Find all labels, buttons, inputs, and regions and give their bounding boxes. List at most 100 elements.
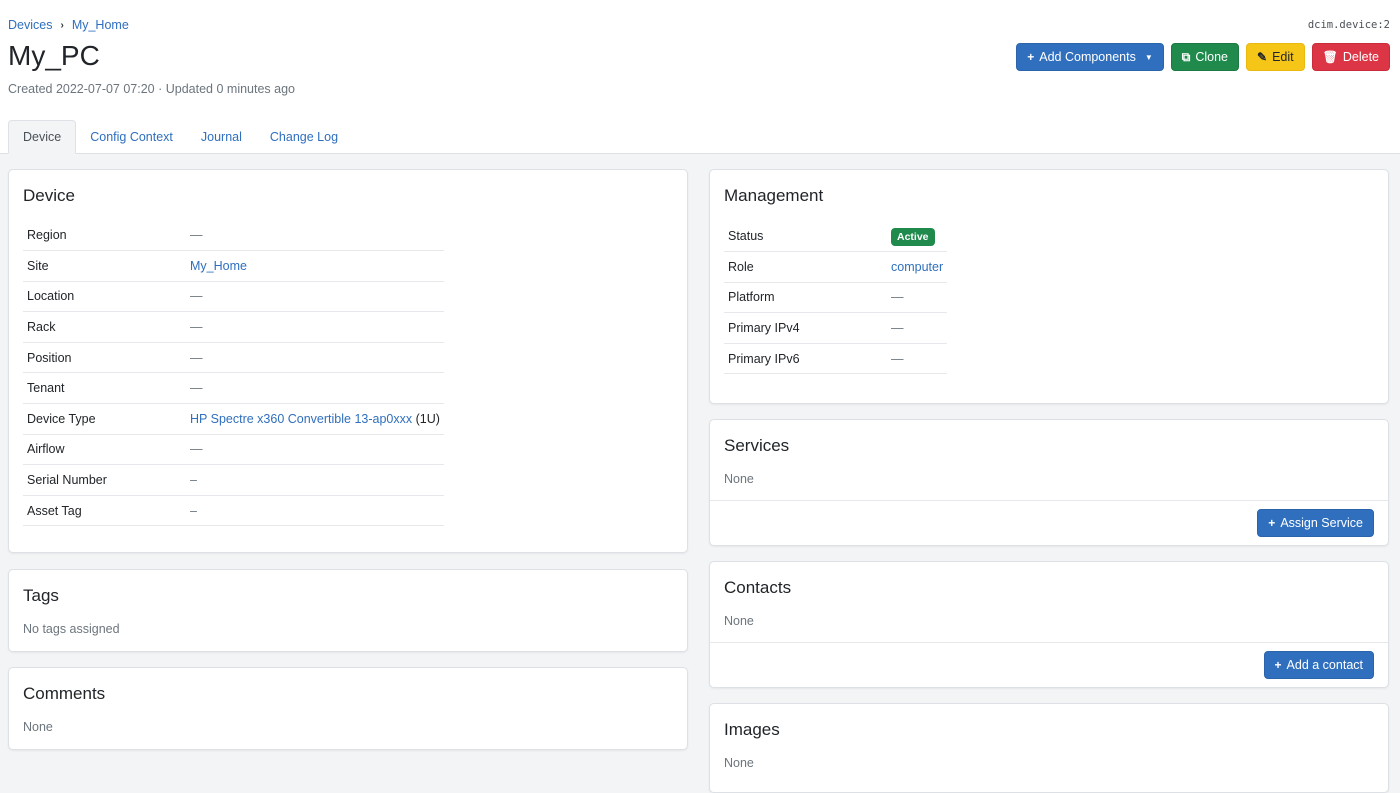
tab-device[interactable]: Device xyxy=(8,120,77,154)
device-type-height: (1U) xyxy=(415,411,440,426)
comments-empty-text: None xyxy=(23,720,53,734)
attr-value: – xyxy=(186,464,444,496)
attr-value: – xyxy=(186,495,444,527)
contacts-card: Contacts None + Add a contact xyxy=(709,561,1389,688)
caret-down-icon: ▼ xyxy=(1144,52,1153,62)
object-identifier: dcim.device:2 xyxy=(1307,19,1390,31)
trash-icon: 🗑 xyxy=(1322,50,1338,64)
copy-icon: ⧉ xyxy=(1181,50,1191,64)
attr-value: — xyxy=(186,434,444,466)
comments-card-title: Comments xyxy=(23,684,106,703)
attr-key: Asset Tag xyxy=(23,495,186,527)
attr-key: Rack xyxy=(23,311,186,343)
plus-icon: + xyxy=(1268,516,1276,530)
services-empty-text: None xyxy=(724,472,754,486)
attr-value: — xyxy=(186,220,444,252)
management-card: Management Status Active Role computer Pla… xyxy=(709,169,1389,404)
table-row: Airflow — xyxy=(23,434,444,466)
table-row: Role computer xyxy=(724,251,948,283)
management-attributes-table: Status Active Role computer Platform — Prim… xyxy=(724,221,948,375)
delete-label: Delete xyxy=(1342,50,1379,64)
action-buttons: + Add Components ▼ ⧉ Clone ✎ Edit 🗑 Dele… xyxy=(1016,43,1390,71)
attr-value: — xyxy=(186,311,444,343)
attr-value: — xyxy=(186,372,444,405)
pencil-icon: ✎ xyxy=(1257,50,1268,64)
attr-value: — xyxy=(186,281,444,313)
add-components-label: Add Components xyxy=(1039,50,1136,64)
table-row: Position — xyxy=(23,342,444,374)
tags-card: Tags No tags assigned xyxy=(8,569,688,652)
table-row: Site My_Home xyxy=(23,250,444,282)
services-card: Services None + Assign Service xyxy=(709,419,1389,546)
table-row: Rack — xyxy=(23,311,444,343)
attr-value: — xyxy=(887,282,948,314)
attr-value: — xyxy=(887,312,948,344)
attr-key: Role xyxy=(724,251,887,283)
device-card-title: Device xyxy=(23,186,75,205)
add-components-button[interactable]: + Add Components ▼ xyxy=(1016,43,1164,71)
tab-change-log[interactable]: Change Log xyxy=(256,120,352,154)
attr-key: Primary IPv4 xyxy=(724,312,887,344)
table-row: Device Type HP Spectre x360 Convertible 1… xyxy=(23,403,444,435)
attr-key: Primary IPv6 xyxy=(724,343,887,375)
plus-icon: + xyxy=(1274,658,1282,672)
contacts-card-footer: + Add a contact xyxy=(710,642,1388,687)
attr-key: Tenant xyxy=(23,372,186,405)
plus-icon: + xyxy=(1027,50,1035,64)
contacts-card-title: Contacts xyxy=(724,578,792,597)
management-card-title: Management xyxy=(724,186,824,205)
role-link[interactable]: computer xyxy=(891,260,943,274)
services-card-footer: + Assign Service xyxy=(710,500,1388,545)
tab-journal[interactable]: Journal xyxy=(187,120,256,154)
tags-empty-text: No tags assigned xyxy=(23,622,120,636)
status-badge: Active xyxy=(891,228,935,247)
attr-value: — xyxy=(186,342,444,374)
add-contact-button[interactable]: + Add a contact xyxy=(1263,651,1374,679)
table-row: Platform — xyxy=(724,282,948,314)
attr-key: Site xyxy=(23,250,186,282)
breadcrumb-site-link[interactable]: My_Home xyxy=(72,18,129,32)
delete-button[interactable]: 🗑 Delete xyxy=(1311,43,1390,71)
table-row: Serial Number – xyxy=(23,464,444,496)
assign-service-label: Assign Service xyxy=(1280,516,1363,530)
attr-value: — xyxy=(887,343,948,375)
table-row: Asset Tag – xyxy=(23,495,444,527)
edit-label: Edit xyxy=(1272,50,1294,64)
add-contact-label: Add a contact xyxy=(1286,658,1363,672)
device-type-link[interactable]: HP Spectre x360 Convertible 13-ap0xxx xyxy=(190,412,412,426)
attr-key: Location xyxy=(23,281,186,313)
table-row: Tenant — xyxy=(23,372,444,405)
attr-key: Serial Number xyxy=(23,464,186,496)
page-header: Devices › My_Home dcim.device:2 My_PC Cr… xyxy=(0,0,1400,154)
tab-config-context[interactable]: Config Context xyxy=(76,120,187,154)
images-card-title: Images xyxy=(724,720,780,739)
table-row: Status Active xyxy=(724,221,948,253)
table-row: Region — xyxy=(23,220,444,252)
attr-key: Position xyxy=(23,342,186,374)
page-title: My_PC xyxy=(8,40,100,71)
attr-key: Status xyxy=(724,221,887,253)
attr-key: Platform xyxy=(724,282,887,314)
edit-button[interactable]: ✎ Edit xyxy=(1246,43,1305,71)
created-updated-meta: Created 2022-07-07 07:20 · Updated 0 min… xyxy=(8,82,295,96)
attr-key: Region xyxy=(23,220,186,252)
assign-service-button[interactable]: + Assign Service xyxy=(1257,509,1374,537)
clone-label: Clone xyxy=(1195,50,1229,64)
clone-button[interactable]: ⧉ Clone xyxy=(1170,43,1240,71)
contacts-empty-text: None xyxy=(724,614,754,628)
chevron-right-icon: › xyxy=(60,19,64,31)
breadcrumb-devices-link[interactable]: Devices xyxy=(8,18,52,32)
table-row: Primary IPv6— xyxy=(724,343,948,375)
tags-card-title: Tags xyxy=(23,586,59,605)
attr-key: Airflow xyxy=(23,434,186,466)
table-row: Location — xyxy=(23,281,444,313)
device-card: Device Region — Site My_Home Location — Rac… xyxy=(8,169,688,553)
device-attributes-table: Region — Site My_Home Location — Rack — Posi… xyxy=(23,220,444,527)
comments-card: Comments None xyxy=(8,667,688,750)
attr-key: Device Type xyxy=(23,403,186,435)
images-card: Images None xyxy=(709,703,1389,793)
breadcrumb: Devices › My_Home xyxy=(8,18,129,32)
services-card-title: Services xyxy=(724,436,790,455)
tab-bar: Device Config Context Journal Change Log xyxy=(8,120,352,154)
site-link[interactable]: My_Home xyxy=(190,259,247,273)
